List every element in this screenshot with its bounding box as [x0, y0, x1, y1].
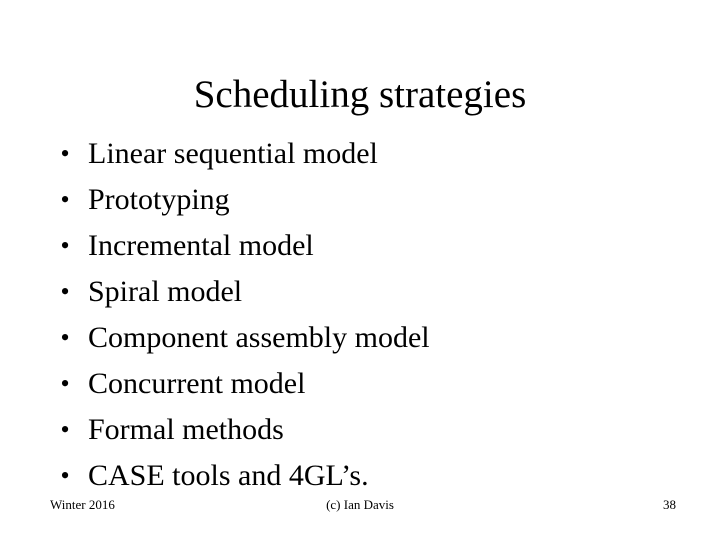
- bullet-point-icon: •: [60, 323, 70, 352]
- list-item-label: Incremental model: [88, 229, 314, 262]
- bullet-point-icon: •: [60, 461, 70, 490]
- bullet-point-icon: •: [60, 277, 70, 306]
- list-item-label: Spiral model: [88, 275, 243, 308]
- list-item-label: Prototyping: [88, 183, 230, 216]
- footer-copyright-label: (c) Ian Davis: [326, 497, 394, 512]
- list-item: • Prototyping: [50, 177, 670, 223]
- list-item-label: Component assembly model: [88, 321, 430, 354]
- list-item: • Spiral model: [50, 269, 670, 315]
- presentation-slide: Scheduling strategies • Linear sequentia…: [0, 0, 720, 540]
- list-item-label: CASE tools and 4GL’s.: [88, 459, 369, 492]
- list-item: • CASE tools and 4GL’s.: [50, 453, 670, 499]
- bullet-point-icon: •: [60, 185, 70, 214]
- bullet-point-icon: •: [60, 231, 70, 260]
- list-item: • Component assembly model: [50, 315, 670, 361]
- bullet-point-icon: •: [60, 369, 70, 398]
- list-item: • Formal methods: [50, 407, 670, 453]
- page-title: Scheduling strategies: [193, 73, 527, 116]
- list-item: • Incremental model: [50, 223, 670, 269]
- list-item-label: Formal methods: [88, 413, 284, 446]
- list-item-label: Concurrent model: [88, 367, 306, 400]
- bullet-list: • Linear sequential model • Prototyping …: [50, 131, 670, 499]
- bullet-point-icon: •: [60, 415, 70, 444]
- slide-footer: Winter 2016 (c) Ian Davis 38: [0, 495, 720, 517]
- bullet-point-icon: •: [60, 139, 70, 168]
- list-item-label: Linear sequential model: [88, 137, 378, 170]
- list-item: • Linear sequential model: [50, 131, 670, 177]
- list-item: • Concurrent model: [50, 361, 670, 407]
- slide-page-number: 38: [663, 497, 676, 512]
